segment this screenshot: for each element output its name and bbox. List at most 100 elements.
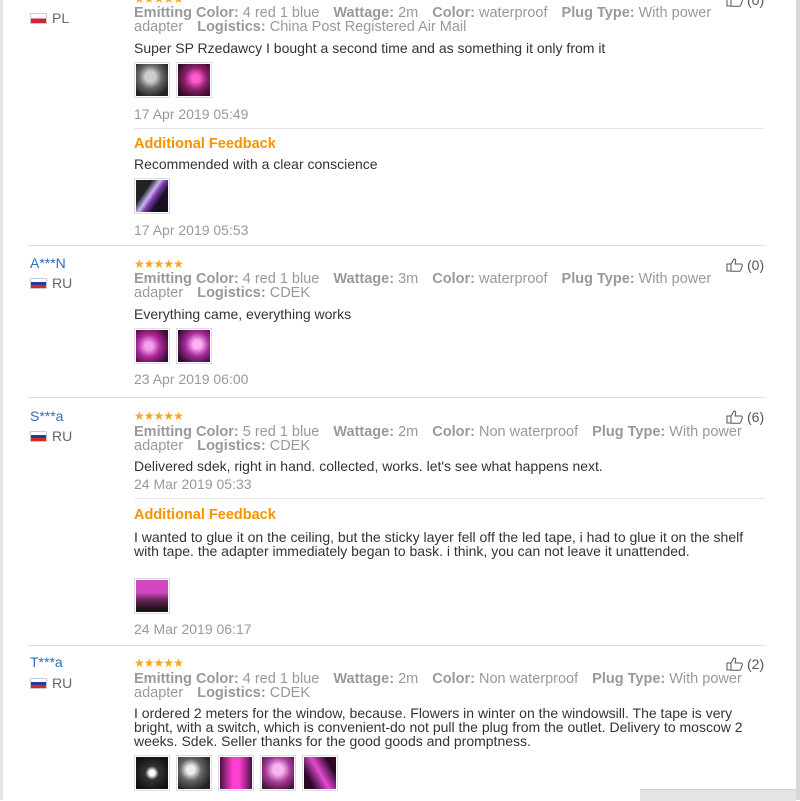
attr-label: Color: — [432, 271, 475, 287]
star-icon: ★ — [153, 409, 165, 423]
review-date: 23 Apr 2019 06:00 — [134, 371, 249, 387]
helpful-count: (6) — [747, 409, 765, 425]
attr-value: waterproof — [479, 271, 548, 287]
country-code: RU — [52, 675, 73, 691]
attr-label: Wattage: — [333, 424, 395, 440]
attr-value: waterproof — [479, 5, 548, 21]
attr-value: 3m — [398, 271, 419, 287]
review-text: Delivered sdek, right in hand. collected… — [134, 458, 603, 474]
attr-value: 2m — [398, 671, 419, 687]
product-attributes: Emitting Color: 5 red 1 blue Wattage: 2m… — [134, 424, 764, 454]
review-photo[interactable] — [134, 178, 170, 214]
flag-icon — [30, 12, 47, 24]
review-separator — [28, 245, 766, 246]
review-photo[interactable] — [260, 755, 296, 791]
helpful-button[interactable]: (2) — [726, 656, 764, 672]
attr-label: Logistics: — [197, 438, 266, 454]
helpful-button[interactable]: (0) — [726, 257, 764, 273]
buyer-name[interactable]: S***a — [30, 408, 63, 424]
review-date: 24 Mar 2019 05:33 — [134, 476, 252, 492]
additional-photos — [134, 178, 170, 214]
buyer-country: PL — [30, 10, 69, 26]
divider — [134, 498, 764, 499]
review-photo[interactable] — [176, 328, 212, 364]
thumbs-up-icon — [726, 657, 743, 671]
additional-feedback-text: Recommended with a clear conscience — [134, 156, 378, 172]
review-separator — [28, 397, 766, 398]
attr-label: Plug Type: — [592, 424, 666, 440]
attr-value: China Post Registered Air Mail — [269, 19, 467, 35]
rating-stars: ★★★★★ — [134, 656, 184, 670]
buyer-name[interactable]: A***N — [30, 255, 66, 271]
buyer-country: RU — [30, 428, 72, 444]
attr-label: Logistics: — [197, 19, 266, 35]
attr-value: Non waterproof — [479, 671, 579, 687]
product-attributes: Emitting Color: 4 red 1 blue Wattage: 2m… — [134, 5, 764, 35]
rating-stars: ★★★★★ — [134, 257, 184, 271]
attr-value: CDEK — [269, 285, 311, 301]
additional-feedback-date: 17 Apr 2019 05:53 — [134, 222, 249, 238]
additional-photos — [134, 578, 170, 614]
star-icon: ★ — [143, 257, 155, 271]
review-photo[interactable] — [218, 755, 254, 791]
helpful-count: (0) — [747, 257, 765, 273]
additional-feedback-text: I wanted to glue it on the ceiling, but … — [134, 529, 744, 559]
attr-value: Non waterproof — [479, 424, 579, 440]
star-icon: ★ — [153, 257, 165, 271]
attr-label: Wattage: — [333, 671, 395, 687]
review-text: Super SP Rzedawcy I bought a second time… — [134, 40, 606, 56]
attr-label: Plug Type: — [592, 671, 666, 687]
rating-stars: ★★★★★ — [134, 409, 184, 423]
attr-value: CDEK — [269, 685, 311, 701]
product-attributes: Emitting Color: 4 red 1 blue Wattage: 2m… — [134, 671, 764, 701]
review-photos — [134, 62, 212, 98]
star-icon: ★ — [173, 257, 184, 271]
review-photo[interactable] — [176, 755, 212, 791]
page-edge — [0, 0, 3, 800]
product-attributes: Emitting Color: 4 red 1 blue Wattage: 3m… — [134, 271, 764, 301]
thumbs-up-icon — [726, 410, 743, 424]
review-text: I ordered 2 meters for the window, becau… — [134, 705, 743, 749]
additional-feedback-date: 24 Mar 2019 06:17 — [134, 621, 252, 637]
star-icon: ★ — [143, 656, 155, 670]
star-icon: ★ — [143, 409, 155, 423]
review-text: Everything came, everything works — [134, 306, 352, 322]
buyer-country: RU — [30, 275, 72, 291]
star-icon: ★ — [163, 257, 174, 271]
review-photo[interactable] — [134, 578, 170, 614]
country-code: RU — [52, 428, 73, 444]
helpful-count: (2) — [747, 656, 765, 672]
additional-feedback-title: Additional Feedback — [134, 507, 276, 523]
additional-feedback-title: Additional Feedback — [134, 136, 276, 152]
attr-label: Plug Type: — [561, 5, 635, 21]
divider — [134, 128, 764, 129]
country-code: RU — [52, 275, 73, 291]
buyer-country: RU — [30, 675, 72, 691]
page-edge — [796, 0, 800, 800]
attr-value: CDEK — [269, 438, 311, 454]
review-photo[interactable] — [134, 328, 170, 364]
country-code: PL — [52, 10, 70, 26]
review-date: 17 Apr 2019 05:49 — [134, 106, 249, 122]
review-photos — [134, 328, 212, 364]
review-photos — [134, 755, 338, 791]
review-photo[interactable] — [176, 62, 212, 98]
star-icon: ★ — [134, 656, 145, 670]
thumbs-up-icon — [726, 258, 743, 272]
attr-label: Plug Type: — [561, 271, 635, 287]
star-icon: ★ — [163, 656, 174, 670]
star-icon: ★ — [153, 656, 165, 670]
star-icon: ★ — [163, 409, 174, 423]
helpful-button[interactable]: (6) — [726, 409, 764, 425]
buyer-name[interactable]: T***a — [30, 654, 63, 670]
flag-icon — [30, 277, 47, 289]
attr-label: Color: — [432, 671, 475, 687]
star-icon: ★ — [173, 409, 184, 423]
review-photo[interactable] — [134, 755, 170, 791]
star-icon: ★ — [134, 257, 145, 271]
attr-label: Logistics: — [197, 285, 266, 301]
flag-icon — [30, 430, 47, 442]
review-photo[interactable] — [302, 755, 338, 791]
review-photo[interactable] — [134, 62, 170, 98]
attr-label: Wattage: — [333, 271, 395, 287]
